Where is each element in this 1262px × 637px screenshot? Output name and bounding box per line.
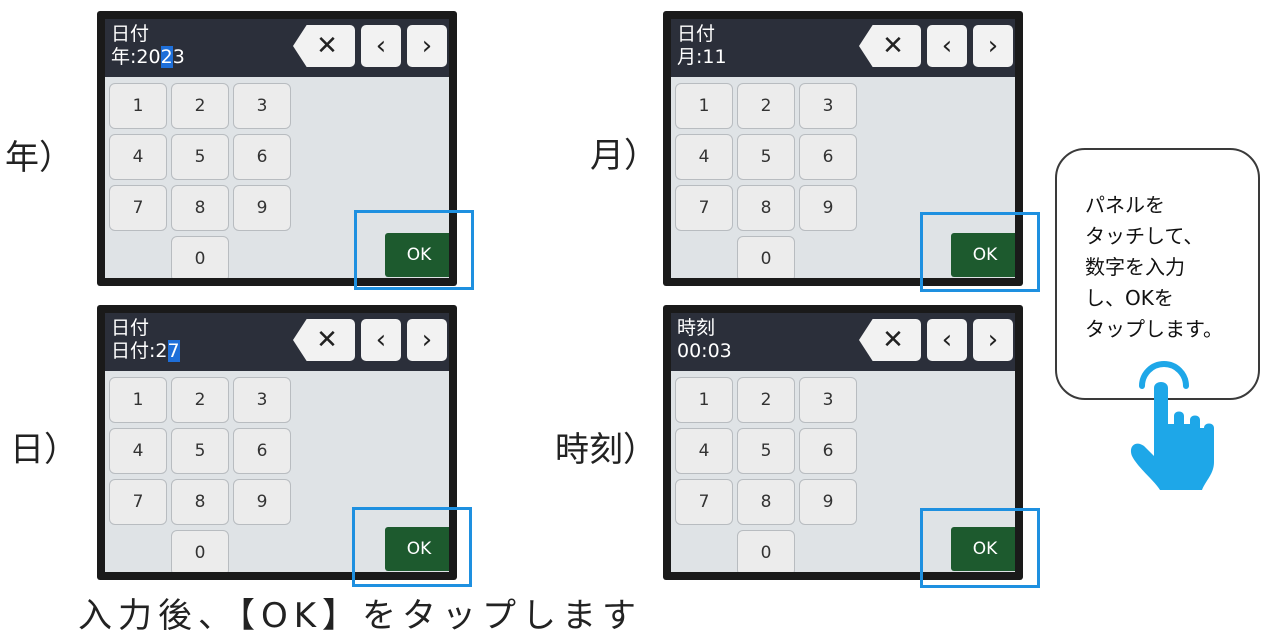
ok-highlight-frame — [920, 508, 1040, 588]
screen-header: 日付 月:11 ✕ ‹ › — [671, 19, 1015, 77]
ok-highlight-frame — [920, 212, 1040, 292]
key-2[interactable]: 2 — [171, 377, 229, 423]
key-1[interactable]: 1 — [675, 83, 733, 129]
key-9[interactable]: 9 — [799, 185, 857, 231]
screen-header: 日付 日付:27 ✕ ‹ › — [105, 313, 449, 371]
key-0[interactable]: 0 — [737, 530, 795, 572]
cursor-right-button[interactable]: › — [407, 319, 447, 361]
side-label-month: 月） — [590, 136, 658, 176]
ok-highlight-frame — [352, 507, 472, 587]
input-field[interactable]: 年:2023 — [111, 46, 185, 68]
key-4[interactable]: 4 — [675, 428, 733, 474]
screen-header: 日付 年:2023 ✕ ‹ › — [105, 19, 449, 77]
key-6[interactable]: 6 — [233, 134, 291, 180]
key-4[interactable]: 4 — [675, 134, 733, 180]
cursor-digit: 2 — [160, 46, 173, 68]
delete-button[interactable]: ✕ — [859, 25, 921, 67]
key-8[interactable]: 8 — [171, 185, 229, 231]
key-2[interactable]: 2 — [737, 83, 795, 129]
delete-button[interactable]: ✕ — [293, 25, 355, 67]
key-5[interactable]: 5 — [171, 134, 229, 180]
cursor-right-button[interactable]: › — [973, 25, 1013, 67]
key-9[interactable]: 9 — [233, 479, 291, 525]
key-4[interactable]: 4 — [109, 428, 167, 474]
key-8[interactable]: 8 — [171, 479, 229, 525]
callout-line: タップします。 — [1085, 317, 1223, 341]
screen-header: 時刻 00:03 ✕ ‹ › — [671, 313, 1015, 371]
screen-title: 日付 — [111, 317, 150, 339]
key-9[interactable]: 9 — [233, 185, 291, 231]
cursor-left-button[interactable]: ‹ — [361, 25, 401, 67]
key-0[interactable]: 0 — [171, 530, 229, 572]
key-5[interactable]: 5 — [737, 428, 795, 474]
key-7[interactable]: 7 — [109, 185, 167, 231]
key-6[interactable]: 6 — [233, 428, 291, 474]
input-field[interactable]: 00:03 — [677, 340, 732, 362]
callout-line: タッチして、 — [1085, 224, 1204, 248]
key-1[interactable]: 1 — [109, 377, 167, 423]
cursor-left-button[interactable]: ‹ — [927, 25, 967, 67]
cursor-right-button[interactable]: › — [407, 25, 447, 67]
key-0[interactable]: 0 — [737, 236, 795, 278]
cursor-digit: 7 — [167, 340, 180, 362]
side-label-time: 時刻） — [555, 430, 657, 470]
key-2[interactable]: 2 — [737, 377, 795, 423]
screen-title: 日付 — [111, 23, 150, 45]
key-3[interactable]: 3 — [799, 83, 857, 129]
side-label-day: 日） — [10, 430, 78, 470]
cursor-right-button[interactable]: › — [973, 319, 1013, 361]
key-0[interactable]: 0 — [171, 236, 229, 278]
key-7[interactable]: 7 — [109, 479, 167, 525]
key-8[interactable]: 8 — [737, 185, 795, 231]
key-5[interactable]: 5 — [171, 428, 229, 474]
key-3[interactable]: 3 — [233, 377, 291, 423]
key-7[interactable]: 7 — [675, 185, 733, 231]
footer-instruction: 入力後、【OK】をタップします — [78, 596, 643, 636]
key-8[interactable]: 8 — [737, 479, 795, 525]
key-2[interactable]: 2 — [171, 83, 229, 129]
callout-line: パネルを — [1085, 193, 1165, 217]
key-3[interactable]: 3 — [233, 83, 291, 129]
cursor-left-button[interactable]: ‹ — [361, 319, 401, 361]
cursor-left-button[interactable]: ‹ — [927, 319, 967, 361]
key-6[interactable]: 6 — [799, 428, 857, 474]
key-4[interactable]: 4 — [109, 134, 167, 180]
screen-title: 日付 — [677, 23, 716, 45]
screen-title: 時刻 — [677, 317, 716, 339]
tap-hand-icon — [1130, 361, 1214, 490]
ok-highlight-frame — [354, 210, 474, 290]
delete-button[interactable]: ✕ — [859, 319, 921, 361]
key-6[interactable]: 6 — [799, 134, 857, 180]
key-1[interactable]: 1 — [109, 83, 167, 129]
key-3[interactable]: 3 — [799, 377, 857, 423]
callout-line: し、OKを — [1085, 286, 1174, 310]
input-field[interactable]: 日付:27 — [111, 340, 180, 362]
side-label-year: 年） — [5, 138, 73, 178]
delete-button[interactable]: ✕ — [293, 319, 355, 361]
key-7[interactable]: 7 — [675, 479, 733, 525]
key-1[interactable]: 1 — [675, 377, 733, 423]
key-5[interactable]: 5 — [737, 134, 795, 180]
callout-text: パネルを タッチして、 数字を入力 し、OKを タップします。 — [1085, 190, 1223, 345]
input-field[interactable]: 月:11 — [677, 46, 727, 68]
callout-line: 数字を入力 — [1085, 255, 1185, 279]
key-9[interactable]: 9 — [799, 479, 857, 525]
